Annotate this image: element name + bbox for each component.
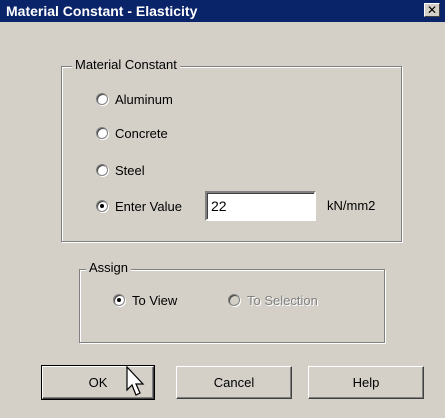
radio-enter-value-circle[interactable] xyxy=(96,200,108,212)
radio-to-selection-circle xyxy=(228,294,240,306)
close-icon: ✕ xyxy=(426,3,438,17)
assign-group-label: Assign xyxy=(86,260,132,275)
window-title: Material Constant - Elasticity xyxy=(6,3,198,19)
radio-concrete[interactable]: Concrete xyxy=(96,124,168,142)
radio-steel-label: Steel xyxy=(115,162,145,178)
radio-aluminum[interactable]: Aluminum xyxy=(96,90,173,108)
radio-to-view[interactable]: To View xyxy=(113,291,177,309)
radio-to-view-circle[interactable] xyxy=(113,294,125,306)
radio-steel[interactable]: Steel xyxy=(96,161,145,179)
radio-concrete-circle[interactable] xyxy=(96,127,108,139)
radio-to-selection: To Selection xyxy=(228,291,318,309)
elasticity-value-input[interactable] xyxy=(205,191,316,221)
radio-to-selection-label: To Selection xyxy=(247,292,318,308)
close-button[interactable]: ✕ xyxy=(424,3,440,17)
radio-concrete-label: Concrete xyxy=(115,125,168,141)
mouse-pointer-icon xyxy=(126,366,145,396)
radio-steel-circle[interactable] xyxy=(96,164,108,176)
help-button[interactable]: Help xyxy=(308,366,424,399)
radio-enter-value-label: Enter Value xyxy=(115,198,182,214)
title-bar: Material Constant - Elasticity ✕ xyxy=(0,0,445,22)
radio-aluminum-circle[interactable] xyxy=(96,93,108,105)
unit-label: kN/mm2 xyxy=(327,198,376,213)
radio-to-view-label: To View xyxy=(132,292,178,308)
radio-aluminum-label: Aluminum xyxy=(115,91,173,107)
radio-enter-value[interactable]: Enter Value xyxy=(96,197,182,215)
material-constant-group-label: Material Constant xyxy=(72,57,180,72)
cancel-button[interactable]: Cancel xyxy=(176,366,292,399)
